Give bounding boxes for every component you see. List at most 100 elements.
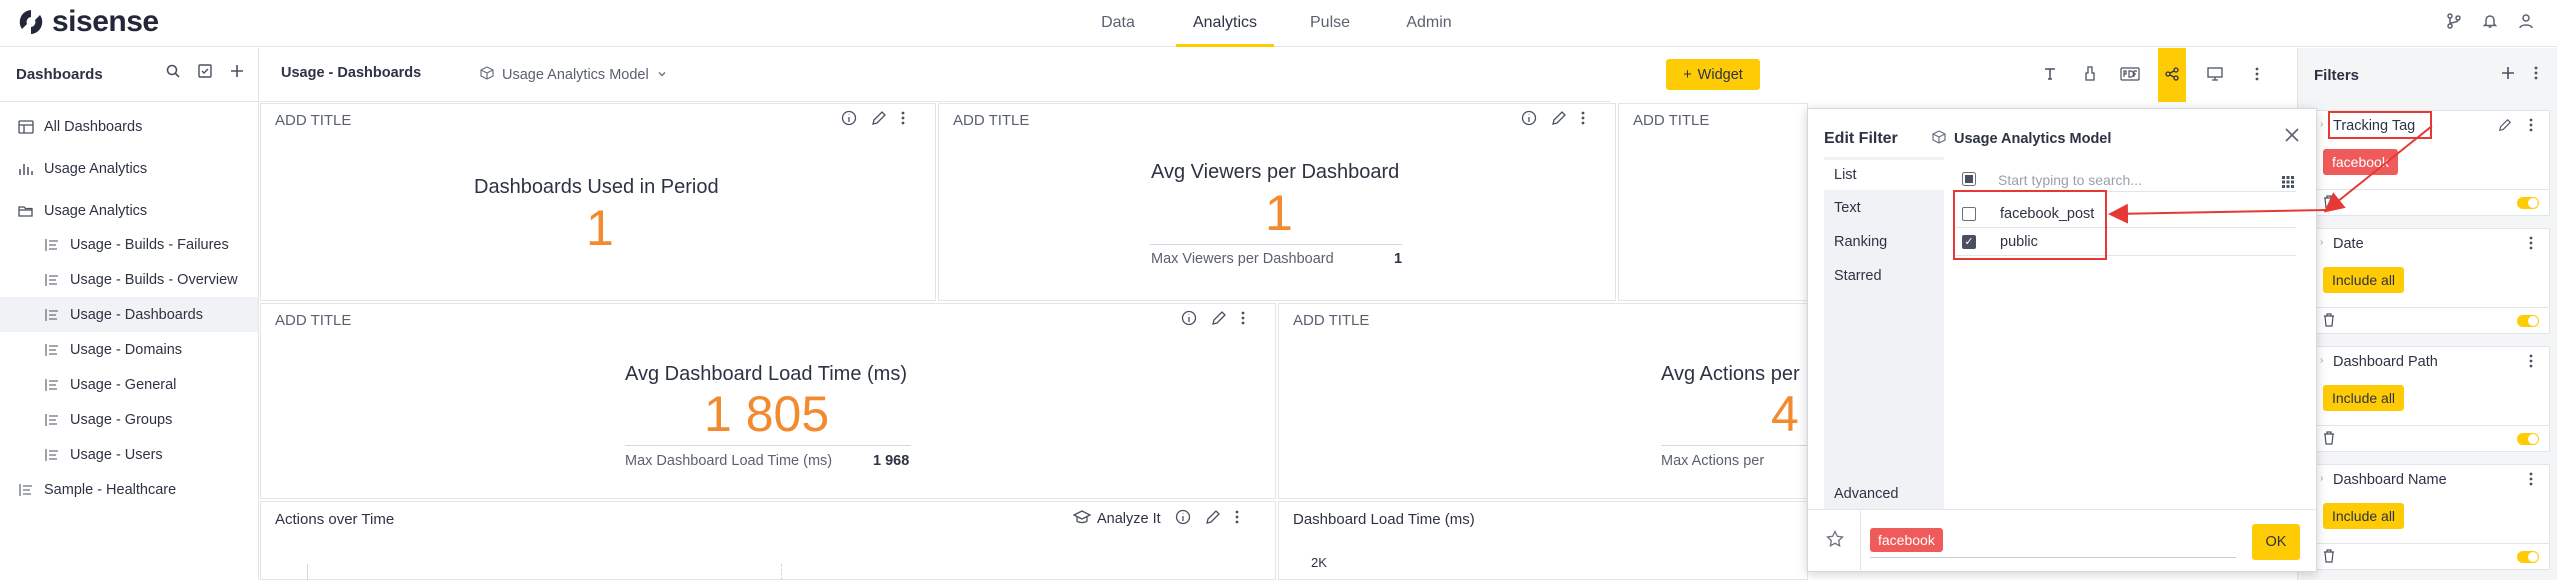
widget-title[interactable]: ADD TITLE <box>953 112 1029 129</box>
sidebar-item-dashboards[interactable]: Usage - Dashboards <box>0 297 258 332</box>
widget-title[interactable]: ADD TITLE <box>275 112 351 129</box>
more-options-icon[interactable] <box>1581 111 1585 129</box>
filter-toggle[interactable] <box>2517 551 2539 563</box>
filter-toggle[interactable] <box>2517 433 2539 445</box>
filter-toggle[interactable] <box>2517 315 2539 327</box>
sidebar-item-sample-healthcare[interactable]: Sample - Healthcare <box>0 472 258 507</box>
edit-pencil-icon[interactable] <box>1205 509 1221 529</box>
more-options-icon[interactable] <box>2529 354 2533 372</box>
search-input[interactable]: Start typing to search... <box>1998 172 2142 188</box>
widget-title[interactable]: Dashboard Load Time (ms) <box>1293 511 1475 528</box>
chevron-down-icon <box>657 67 667 83</box>
filter-chip[interactable]: Include all <box>2323 267 2405 293</box>
user-icon[interactable] <box>2515 10 2537 32</box>
star-icon[interactable] <box>1826 529 1844 552</box>
widget-avg-load-time[interactable]: ADD TITLE Avg Dashboard Load Time (ms) 1… <box>260 303 1276 499</box>
filter-chip[interactable]: facebook <box>2323 149 2398 175</box>
edit-pencil-icon[interactable] <box>871 110 887 130</box>
add-icon[interactable] <box>230 64 244 82</box>
nav-data[interactable]: Data <box>1100 0 1136 47</box>
edit-pencil-icon[interactable] <box>2498 118 2512 136</box>
more-options-icon[interactable] <box>2245 62 2269 86</box>
trash-icon[interactable] <box>2323 549 2335 566</box>
data-model-selector[interactable]: Usage Analytics Model <box>480 66 667 84</box>
close-icon[interactable] <box>2284 123 2300 149</box>
info-icon[interactable] <box>841 110 857 130</box>
dashboard-list-icon <box>16 480 36 500</box>
nav-admin[interactable]: Admin <box>1405 0 1453 47</box>
trash-icon[interactable] <box>2323 195 2335 212</box>
widget-tools <box>841 110 905 130</box>
sidebar-item-usage-analytics[interactable]: Usage Analytics <box>0 151 258 186</box>
widget-title[interactable]: Actions over Time <box>275 511 394 528</box>
sidebar-item-users[interactable]: Usage - Users <box>0 437 258 472</box>
filter-chip[interactable]: Include all <box>2323 503 2405 529</box>
widget-avg-actions[interactable]: ADD TITLE Avg Actions per 4 Max Actions … <box>1278 303 1811 499</box>
analyze-it-button[interactable]: Analyze It <box>1072 510 1161 528</box>
widget-dashboards-used[interactable]: ADD TITLE Dashboards Used in Period 1 <box>260 103 936 301</box>
sidebar-item-builds-overview[interactable]: Usage - Builds - Overview <box>0 262 258 297</box>
ok-button[interactable]: OK <box>2252 524 2300 560</box>
pdf-icon[interactable] <box>2118 62 2142 86</box>
add-filter-icon[interactable] <box>2500 65 2516 85</box>
trash-icon[interactable] <box>2323 313 2335 330</box>
sidebar-item-groups[interactable]: Usage - Groups <box>0 402 258 437</box>
more-options-icon[interactable] <box>2529 472 2533 490</box>
info-icon[interactable] <box>1521 110 1537 130</box>
text-icon[interactable] <box>2038 62 2062 86</box>
widget-title[interactable]: ADD TITLE <box>1633 112 1709 129</box>
tab-list[interactable]: List <box>1824 160 1944 190</box>
selected-chip[interactable]: facebook <box>1870 528 1943 552</box>
filter-card-dashboard-name[interactable]: › Dashboard Name Include all <box>2314 464 2550 570</box>
tab-ranking[interactable]: Ranking <box>1824 227 1944 257</box>
grid-view-icon[interactable] <box>2282 175 2294 192</box>
filter-card-date[interactable]: › Date Include all <box>2314 228 2550 334</box>
chevron-right-icon[interactable]: › <box>2320 473 2323 484</box>
sidebar-item-general[interactable]: Usage - General <box>0 367 258 402</box>
share-icon[interactable] <box>2160 62 2184 86</box>
sidebar-item-all-dashboards[interactable]: All Dashboards <box>0 109 258 144</box>
widget-dashboard-load-time[interactable]: Dashboard Load Time (ms) 2K <box>1278 501 1808 580</box>
chevron-right-icon[interactable]: › <box>2320 237 2323 248</box>
widget-actions-over-time[interactable]: Actions over Time Analyze It <box>260 501 1276 580</box>
add-widget-button[interactable]: + Widget <box>1666 59 1760 90</box>
info-icon[interactable] <box>1175 509 1191 529</box>
nav-pulse[interactable]: Pulse <box>1310 0 1350 47</box>
filter-lock-icon[interactable] <box>2078 62 2102 86</box>
widget-title[interactable]: ADD TITLE <box>275 312 351 329</box>
sidebar-folder-usage-analytics[interactable]: Usage Analytics <box>0 193 258 228</box>
trash-icon[interactable] <box>2323 431 2335 448</box>
chevron-right-icon[interactable]: › <box>2320 119 2323 130</box>
sidebar-item-label: Usage - Users <box>70 446 163 463</box>
more-options-icon[interactable] <box>2529 236 2533 254</box>
bell-icon[interactable] <box>2479 10 2501 32</box>
sidebar-item-domains[interactable]: Usage - Domains <box>0 332 258 367</box>
presentation-icon[interactable] <box>2203 62 2227 86</box>
filter-card-dashboard-path[interactable]: › Dashboard Path Include all <box>2314 346 2550 452</box>
info-icon[interactable] <box>1181 310 1197 330</box>
filter-chip[interactable]: Include all <box>2323 385 2405 411</box>
tab-advanced[interactable]: Advanced <box>1824 479 1944 509</box>
checklist-icon[interactable] <box>198 64 212 82</box>
widget-avg-viewers[interactable]: ADD TITLE Avg Viewers per Dashboard 1 Ma… <box>938 103 1616 301</box>
nav-analytics[interactable]: Analytics <box>1176 0 1274 47</box>
more-options-icon[interactable] <box>2534 66 2538 84</box>
widget-title[interactable]: ADD TITLE <box>1293 312 1369 329</box>
widget-hidden-kpi[interactable]: ADD TITLE <box>1618 103 1808 301</box>
sisense-logo[interactable]: sisense <box>16 5 159 39</box>
branch-icon[interactable] <box>2443 10 2465 32</box>
edit-pencil-icon[interactable] <box>1551 110 1567 130</box>
more-options-icon[interactable] <box>901 111 905 129</box>
select-all-checkbox[interactable] <box>1962 172 1976 190</box>
search-icon[interactable] <box>166 64 180 82</box>
sidebar-item-builds-failures[interactable]: Usage - Builds - Failures <box>0 227 258 262</box>
tab-text[interactable]: Text <box>1824 193 1944 223</box>
more-options-icon[interactable] <box>1241 311 1245 329</box>
edit-pencil-icon[interactable] <box>1211 310 1227 330</box>
more-options-icon[interactable] <box>2529 118 2533 136</box>
chevron-right-icon[interactable]: › <box>2320 355 2323 366</box>
dashboard-list-icon <box>42 235 62 255</box>
more-options-icon[interactable] <box>1235 510 1239 528</box>
tab-starred[interactable]: Starred <box>1824 261 1944 291</box>
filter-toggle[interactable] <box>2517 197 2539 209</box>
